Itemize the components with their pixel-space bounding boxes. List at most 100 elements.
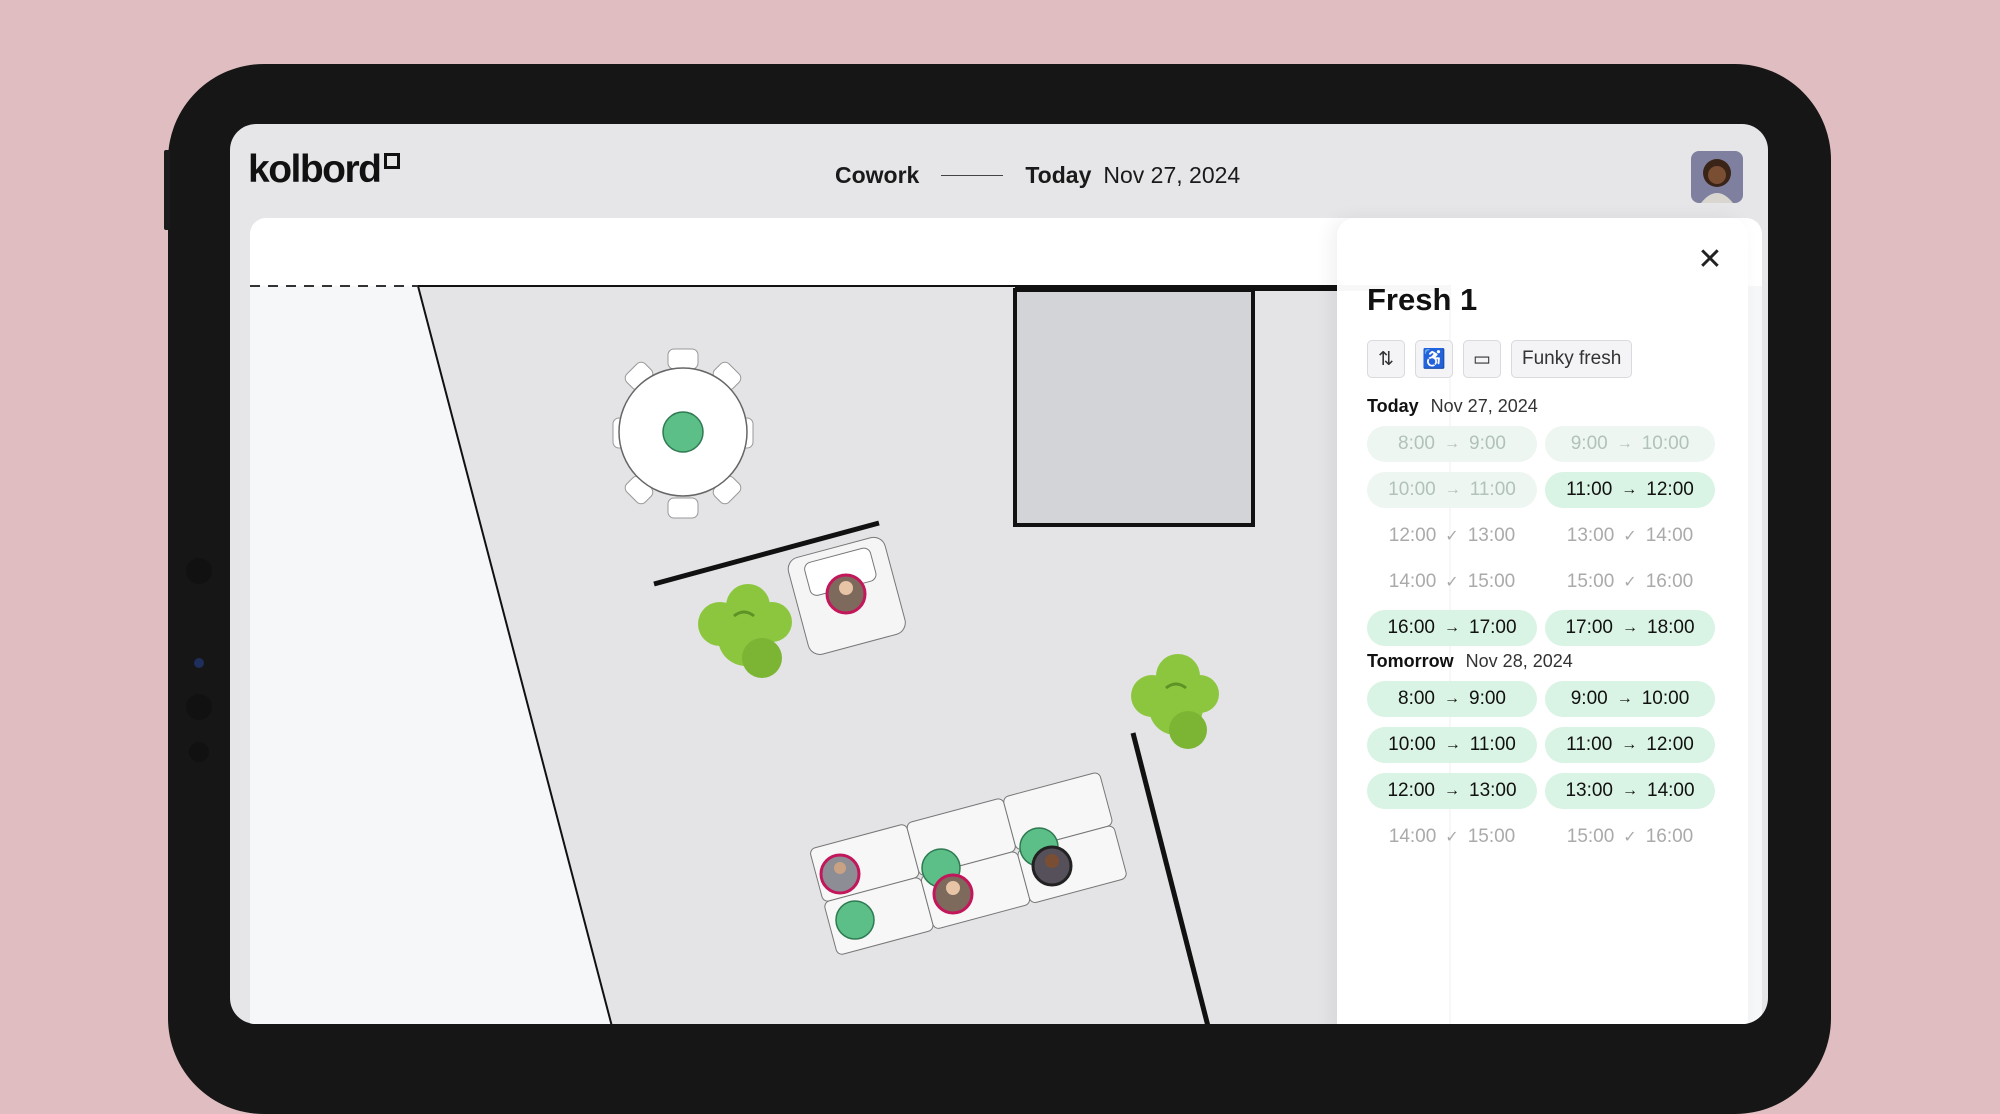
arrow-right-icon: →	[1622, 619, 1638, 636]
slot-end: 10:00	[1641, 688, 1690, 709]
app-screen: kolbord Cowork Today Nov 27, 2024 ✕ Fres…	[230, 124, 1768, 1024]
slot-start: 13:00	[1566, 525, 1615, 546]
logo-square-icon	[383, 153, 400, 169]
arrow-right-icon: →	[1616, 690, 1633, 707]
tablet-camera	[194, 658, 204, 668]
slot-start: 9:00	[1570, 433, 1608, 454]
slot-start: 16:00	[1387, 617, 1435, 638]
slot-start: 12:00	[1388, 525, 1437, 546]
day-date: Nov 28, 2024	[1465, 651, 1573, 671]
slot-start: 14:00	[1388, 571, 1437, 592]
arrow-right-icon: →	[1621, 481, 1638, 498]
time-slot-grid: 8:00 → 9:00 9:00 → 10:00 10:00 → 11:00 11:00 → 12:0…	[1367, 426, 1715, 646]
desk-details-panel: ✕ Fresh 1 ⇅ ♿ ▭ Funky fresh Today Nov 27,…	[1337, 218, 1748, 1024]
time-slot: 10:00 → 11:00	[1367, 472, 1537, 508]
day-header: Tomorrow Nov 28, 2024	[1367, 651, 1573, 672]
available-seat-marker[interactable]	[835, 900, 875, 940]
check-icon: ✓	[1623, 528, 1637, 545]
slot-end: 11:00	[1469, 734, 1516, 755]
booked-seat-avatar[interactable]	[932, 873, 974, 915]
workspace-name[interactable]: Cowork	[835, 162, 919, 189]
check-icon: ✓	[1445, 829, 1459, 846]
time-slot[interactable]: 13:00 → 14:00	[1545, 773, 1715, 809]
slot-start: 10:00	[1388, 479, 1436, 500]
height-adjustable-icon: ⇅	[1367, 340, 1405, 378]
time-slot: 15:00 ✓ 16:00	[1545, 564, 1715, 600]
slot-end: 14:00	[1647, 780, 1695, 801]
arrow-right-icon: →	[1444, 736, 1461, 753]
slot-start: 8:00	[1398, 688, 1435, 709]
booked-seat-avatar[interactable]	[825, 573, 867, 615]
slot-end: 18:00	[1647, 617, 1695, 638]
day-label: Today	[1367, 396, 1419, 416]
slot-start: 12:00	[1387, 780, 1435, 801]
time-slot[interactable]: 10:00 → 11:00	[1367, 727, 1537, 763]
round-table[interactable]	[612, 348, 754, 519]
slot-start: 15:00	[1566, 826, 1615, 847]
slot-end: 15:00	[1467, 826, 1516, 847]
top-bar: Cowork Today Nov 27, 2024	[835, 162, 1240, 189]
booked-seat-avatar[interactable]	[1031, 845, 1073, 887]
check-icon: ✓	[1623, 574, 1637, 591]
slot-end: 11:00	[1469, 479, 1516, 500]
time-slot[interactable]: 12:00 → 13:00	[1367, 773, 1537, 809]
slot-end: 9:00	[1469, 433, 1506, 454]
slot-end: 16:00	[1645, 826, 1694, 847]
top-bar-separator	[941, 175, 1004, 176]
time-slot: 9:00 → 10:00	[1545, 426, 1715, 462]
day-header: Today Nov 27, 2024	[1367, 396, 1538, 417]
time-slot: 14:00 ✓ 15:00	[1367, 564, 1537, 600]
day-label[interactable]: Today	[1025, 162, 1091, 189]
feature-chips: ⇅ ♿ ▭ Funky fresh	[1367, 340, 1633, 378]
time-slot[interactable]: 8:00 → 9:00	[1367, 681, 1537, 717]
check-icon: ✓	[1445, 528, 1459, 545]
arrow-right-icon: →	[1622, 782, 1638, 799]
user-avatar[interactable]	[1691, 151, 1743, 203]
slot-start: 15:00	[1566, 571, 1615, 592]
time-slot[interactable]: 9:00 → 10:00	[1545, 681, 1715, 717]
slot-end: 14:00	[1645, 525, 1694, 546]
arrow-right-icon: →	[1444, 481, 1461, 498]
time-slot: 8:00 → 9:00	[1367, 426, 1537, 462]
arrow-right-icon: →	[1621, 736, 1638, 753]
slot-start: 11:00	[1566, 734, 1613, 755]
close-icon[interactable]: ✕	[1696, 245, 1724, 275]
desk-title: Fresh 1	[1367, 282, 1478, 317]
slot-start: 8:00	[1398, 433, 1435, 454]
time-slot[interactable]: 11:00 → 12:00	[1545, 472, 1715, 508]
slot-end: 13:00	[1469, 780, 1517, 801]
time-slot: 14:00 ✓ 15:00	[1367, 819, 1537, 855]
room-block	[1013, 288, 1255, 527]
slot-end: 15:00	[1467, 571, 1516, 592]
arrow-right-icon: →	[1616, 435, 1633, 452]
user-avatar-icon	[1691, 151, 1743, 203]
feature-tag: Funky fresh	[1511, 340, 1633, 378]
day-date: Nov 27, 2024	[1430, 396, 1538, 416]
slot-start: 9:00	[1570, 688, 1608, 709]
slot-end: 10:00	[1641, 433, 1690, 454]
tablet-sensor	[189, 742, 209, 762]
tablet-sensor	[186, 694, 212, 720]
time-slot[interactable]: 16:00 → 17:00	[1367, 610, 1537, 646]
tablet-sensor	[186, 558, 212, 584]
slot-end: 17:00	[1469, 617, 1517, 638]
slot-end: 12:00	[1646, 479, 1694, 500]
arrow-right-icon: →	[1444, 690, 1460, 707]
slot-start: 14:00	[1388, 826, 1437, 847]
time-slot[interactable]: 11:00 → 12:00	[1545, 727, 1715, 763]
time-slot[interactable]: 17:00 → 18:00	[1545, 610, 1715, 646]
slot-end: 13:00	[1467, 525, 1516, 546]
kolbord-logo[interactable]: kolbord	[248, 148, 400, 192]
time-slot-grid: 8:00 → 9:00 9:00 → 10:00 10:00 → 11:00 11:00 → 12:0…	[1367, 681, 1715, 855]
date-label[interactable]: Nov 27, 2024	[1103, 162, 1240, 189]
time-slot: 15:00 ✓ 16:00	[1545, 819, 1715, 855]
arrow-right-icon: →	[1444, 619, 1460, 636]
slot-end: 12:00	[1646, 734, 1694, 755]
slot-start: 11:00	[1566, 479, 1613, 500]
booked-seat-avatar[interactable]	[819, 853, 861, 895]
available-seat-marker[interactable]	[662, 411, 704, 453]
monitor-icon: ▭	[1463, 340, 1501, 378]
time-slot: 12:00 ✓ 13:00	[1367, 518, 1537, 554]
tablet-side-button	[164, 150, 170, 230]
day-label: Tomorrow	[1367, 651, 1454, 671]
